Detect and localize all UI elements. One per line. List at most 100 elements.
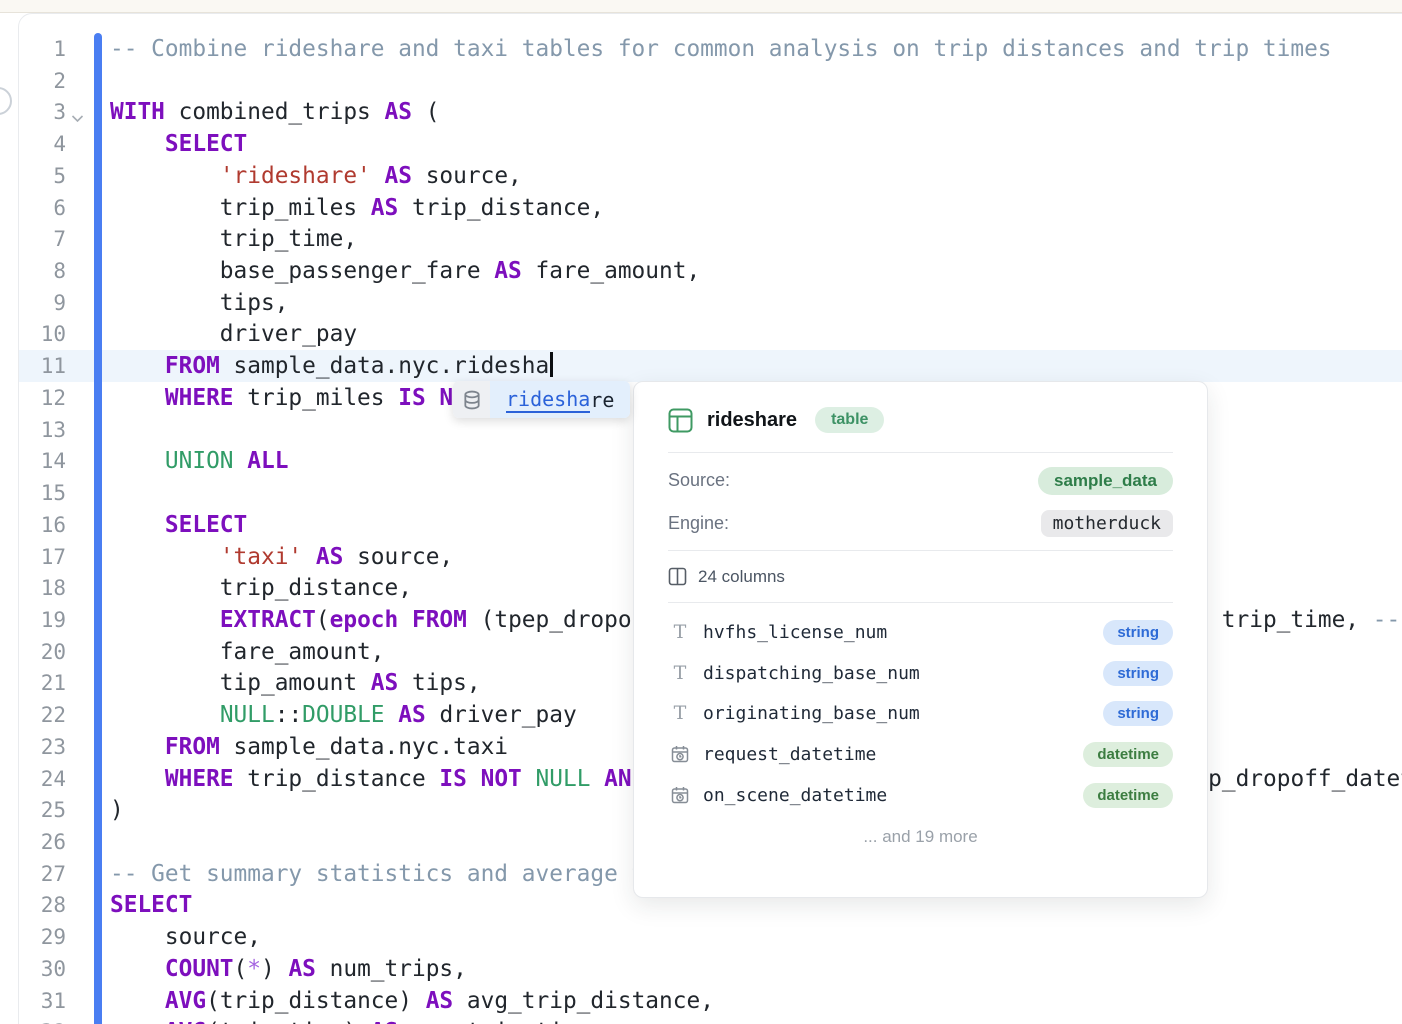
source-badge: sample_data (1038, 467, 1173, 495)
code-text: NULL::DOUBLE AS driver_pay (110, 699, 577, 731)
fold-chevron-icon[interactable] (71, 108, 84, 117)
code-text: 'taxi' AS source, (110, 541, 453, 573)
column-row: request_datetimedatetime (668, 734, 1173, 775)
code-line[interactable]: 30 COUNT(*) AS num_trips, (19, 953, 1402, 985)
line-number: 21 (19, 667, 66, 699)
line-number: 19 (19, 604, 66, 636)
code-line[interactable]: 31 AVG(trip_distance) AS avg_trip_distan… (19, 985, 1402, 1017)
line-number: 29 (19, 921, 66, 953)
more-columns-label: ... and 19 more (668, 821, 1173, 853)
autocomplete-popup[interactable]: rideshare (453, 381, 630, 418)
line-number: 12 (19, 382, 66, 414)
code-text: COUNT(*) AS num_trips, (110, 953, 467, 985)
tooltip-header: rideshare table (668, 382, 1173, 452)
code-text: SELECT (110, 509, 247, 541)
code-line[interactable]: 32 AVG(trip_time) AS avg_trip_time, (19, 1016, 1402, 1024)
line-number: 18 (19, 572, 66, 604)
line-number: 7 (19, 223, 66, 255)
code-text: source, (110, 921, 261, 953)
autocomplete-suggestion[interactable]: rideshare (490, 381, 630, 418)
text-type-icon: T (668, 664, 692, 683)
column-row: Thvfhs_license_numstring (668, 612, 1173, 653)
code-line[interactable]: 2 (19, 65, 1402, 97)
code-text: SELECT (110, 128, 247, 160)
line-number: 23 (19, 731, 66, 763)
column-row: Toriginating_base_numstring (668, 693, 1173, 734)
line-number: 11 (19, 350, 66, 382)
column-row: Tdispatching_base_numstring (668, 653, 1173, 694)
code-text: AVG(trip_time) AS avg_trip_time, (110, 1016, 604, 1024)
code-line[interactable]: 1-- Combine rideshare and taxi tables fo… (19, 33, 1402, 65)
line-number: 32 (19, 1016, 66, 1024)
code-line[interactable]: 4 SELECT (19, 128, 1402, 160)
code-line[interactable]: 10 driver_pay (19, 318, 1402, 350)
code-text: FROM sample_data.nyc.taxi (110, 731, 508, 763)
line-number: 4 (19, 128, 66, 160)
line-number: 26 (19, 826, 66, 858)
column-type-badge: string (1103, 620, 1173, 645)
line-number: 10 (19, 318, 66, 350)
code-text: trip_time, (110, 223, 357, 255)
code-line[interactable]: 7 trip_time, (19, 223, 1402, 255)
column-name: originating_base_num (703, 703, 1103, 724)
column-type-badge: datetime (1083, 742, 1173, 767)
column-type-badge: datetime (1083, 783, 1173, 808)
code-line[interactable]: 29 source, (19, 921, 1402, 953)
code-text: FROM sample_data.nyc.ridesha (110, 350, 553, 382)
engine-row: Engine: motherduck (668, 502, 1173, 545)
code-text: WITH combined_trips AS ( (110, 96, 439, 128)
suggestion-matched-text: ridesha (506, 387, 590, 413)
line-number: 14 (19, 445, 66, 477)
columns-count-label: 24 columns (698, 567, 785, 587)
code-line[interactable]: 11 FROM sample_data.nyc.ridesha (19, 350, 1402, 382)
engine-badge: motherduck (1041, 510, 1173, 537)
text-cursor (550, 352, 553, 377)
divider (668, 452, 1173, 453)
line-number: 5 (19, 160, 66, 192)
code-text: -- Combine rideshare and taxi tables for… (110, 33, 1332, 65)
code-text: driver_pay (110, 318, 357, 350)
code-text: trip_miles AS trip_distance, (110, 192, 604, 224)
column-type-badge: string (1103, 701, 1173, 726)
source-label: Source: (668, 470, 730, 491)
line-number: 17 (19, 541, 66, 573)
line-number: 6 (19, 192, 66, 224)
column-name: on_scene_datetime (703, 785, 1083, 806)
code-line[interactable]: 8 base_passenger_fare AS fare_amount, (19, 255, 1402, 287)
line-number: 8 (19, 255, 66, 287)
code-line[interactable]: 5 'rideshare' AS source, (19, 160, 1402, 192)
engine-label: Engine: (668, 513, 729, 534)
code-text: SELECT (110, 889, 192, 921)
line-number: 20 (19, 636, 66, 668)
datetime-type-icon (668, 744, 692, 764)
code-line[interactable]: 3WITH combined_trips AS ( (19, 96, 1402, 128)
table-info-tooltip: rideshare table Source: sample_data Engi… (633, 381, 1208, 898)
code-text: fare_amount, (110, 636, 385, 668)
line-number: 2 (19, 65, 66, 97)
line-number: 22 (19, 699, 66, 731)
column-name: dispatching_base_num (703, 663, 1103, 684)
columns-list: Thvfhs_license_numstringTdispatching_bas… (668, 603, 1173, 815)
line-number: 25 (19, 794, 66, 826)
line-number: 24 (19, 763, 66, 795)
top-chrome-strip (0, 0, 1402, 13)
code-text: UNION ALL (110, 445, 288, 477)
code-line[interactable]: 6 trip_miles AS trip_distance, (19, 192, 1402, 224)
code-text: 'rideshare' AS source, (110, 160, 522, 192)
columns-icon (668, 567, 687, 586)
column-row: on_scene_datetimedatetime (668, 775, 1173, 816)
code-text: tips, (110, 287, 288, 319)
code-line[interactable]: 9 tips, (19, 287, 1402, 319)
table-name: rideshare (707, 409, 797, 432)
code-text: tip_amount AS tips, (110, 667, 481, 699)
suggestion-rest-text: re (590, 388, 614, 412)
columns-count-row: 24 columns (668, 551, 1173, 602)
source-row: Source: sample_data (668, 459, 1173, 502)
database-icon (453, 381, 490, 418)
column-name: hvfhs_license_num (703, 622, 1103, 643)
text-type-icon: T (668, 623, 692, 642)
line-number: 9 (19, 287, 66, 319)
line-number: 31 (19, 985, 66, 1017)
code-text: ) (110, 794, 124, 826)
column-type-badge: string (1103, 661, 1173, 686)
